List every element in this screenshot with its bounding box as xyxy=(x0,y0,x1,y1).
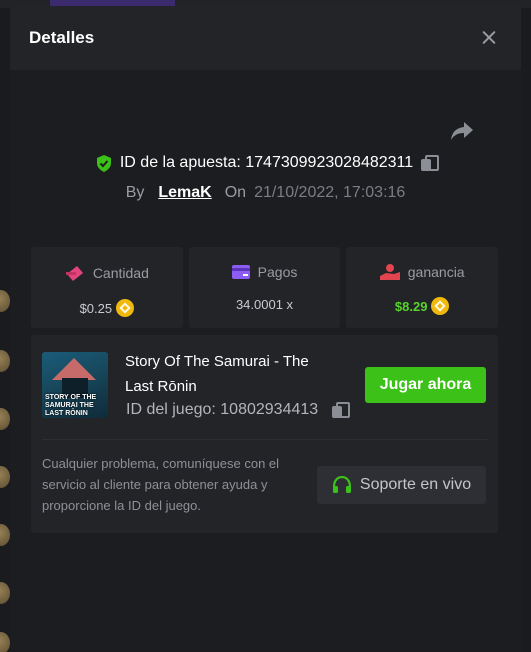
backdrop-coin xyxy=(0,290,10,312)
backdrop-coin xyxy=(0,350,10,372)
bnb-coin-icon xyxy=(431,297,450,315)
game-id: ID del juego: 10802934413 xyxy=(126,401,319,418)
modal-title: Detalles xyxy=(29,28,95,47)
play-now-button[interactable]: Jugar ahora xyxy=(365,367,486,403)
stat-value: $8.29 xyxy=(394,298,428,314)
money-icon xyxy=(65,266,83,281)
bet-date: 21/10/2022, 17:03:16 xyxy=(254,184,406,201)
divider xyxy=(42,439,487,440)
share-icon[interactable] xyxy=(450,120,474,142)
game-thumb-text: STORY OF THE SAMURAI THE LAST RŌNIN xyxy=(45,394,97,417)
game-thumbnail[interactable]: STORY OF THE SAMURAI THE LAST RŌNIN xyxy=(42,352,108,418)
bet-meta-row: By LemaK On 21/10/2022, 17:03:16 xyxy=(10,184,521,202)
bet-id: ID de la apuesta: 1747309923028482311 xyxy=(119,154,414,171)
copy-game-id-icon[interactable] xyxy=(332,402,351,418)
game-id-row: ID del juego: 10802934413 xyxy=(126,401,351,419)
backdrop-coin xyxy=(0,632,10,652)
stat-value: 34.0001 x xyxy=(235,297,294,312)
headset-icon xyxy=(332,476,352,493)
shield-check-icon xyxy=(96,154,111,172)
backdrop-coin xyxy=(0,408,10,430)
help-text: Cualquier problema, comuníquese con el s… xyxy=(42,456,280,513)
close-icon[interactable] xyxy=(477,26,501,50)
card-icon xyxy=(231,265,250,279)
copy-bet-id-icon[interactable] xyxy=(421,155,440,171)
modal-header: Detalles xyxy=(10,6,521,70)
stat-value: $0.25 xyxy=(79,300,113,316)
bet-details-modal: Detalles ID de la apuesta: 1747309923028… xyxy=(10,6,521,652)
on-label: On xyxy=(224,184,247,201)
bnb-coin-icon xyxy=(116,299,135,317)
backdrop-coin xyxy=(0,524,10,546)
bet-stats: Cantidad $0.25 Pagos 34.0001 x ganancia … xyxy=(31,247,499,328)
support-label: Soporte en vivo xyxy=(359,476,472,493)
backdrop-coin xyxy=(0,582,10,604)
modal-body: ID de la apuesta: 1747309923028482311 By… xyxy=(10,70,521,652)
live-support-button[interactable]: Soporte en vivo xyxy=(317,466,486,504)
user-link[interactable]: LemaK xyxy=(158,184,211,202)
by-label: By xyxy=(125,184,145,201)
stat-payout: Pagos 34.0001 x xyxy=(188,247,341,328)
stat-profit: ganancia $8.29 xyxy=(346,247,499,328)
stat-amount: Cantidad $0.25 xyxy=(31,247,183,328)
backdrop-coin xyxy=(0,466,10,488)
stat-label: Cantidad xyxy=(92,265,149,281)
stat-label: ganancia xyxy=(407,264,465,280)
game-card: STORY OF THE SAMURAI THE LAST RŌNIN Stor… xyxy=(31,335,498,533)
stat-label: Pagos xyxy=(257,264,298,280)
profit-icon xyxy=(379,264,400,280)
bet-id-row: ID de la apuesta: 1747309923028482311 xyxy=(10,154,521,172)
game-name[interactable]: Story Of The Samurai - The Last Rōnin xyxy=(125,349,340,399)
